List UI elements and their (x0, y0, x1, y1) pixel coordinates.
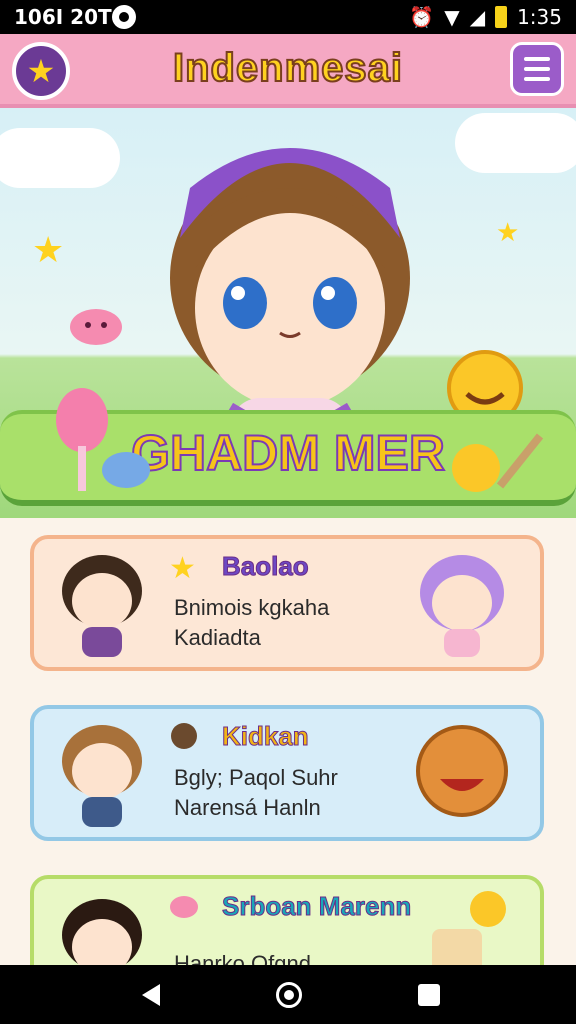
purple-hair-girl-icon (420, 555, 504, 657)
pink-blob-icon (170, 896, 198, 918)
cloud (0, 128, 120, 188)
app-header: ★ Indenmesai (0, 34, 576, 108)
signal-icon: ◢ (469, 5, 486, 29)
card-line: Narensá Hanln (174, 795, 321, 820)
card-line: Bnimois kgkaha (174, 595, 330, 620)
card-heading: Srboan Marenn (221, 891, 412, 922)
back-icon[interactable] (140, 982, 162, 1008)
home-icon[interactable] (276, 982, 302, 1008)
status-left-text: 106I 20T (14, 5, 112, 29)
system-nav-bar (0, 965, 576, 1024)
hamburger-line (524, 77, 550, 81)
notification-icon (112, 5, 136, 29)
status-time: 1:35 (517, 5, 562, 29)
card-heading: Kidkan (222, 721, 310, 752)
recents-icon[interactable] (418, 984, 440, 1006)
battery-icon (495, 6, 508, 28)
wand-icon (452, 433, 544, 492)
avatar (62, 725, 142, 827)
star-icon: ★ (169, 551, 196, 586)
hamburger-line (524, 57, 550, 61)
hamburger-line (524, 67, 550, 71)
cloud (455, 113, 576, 173)
hero-section: ★ ★ GHADM MER (0, 108, 576, 518)
card-heading: Baolao (222, 551, 310, 582)
status-bar: 106I 20T ⏰ ▼ ◢ 1:35 (0, 0, 576, 34)
avatar (62, 555, 142, 657)
alarm-icon: ⏰ (409, 5, 435, 29)
blue-blob-icon (102, 452, 150, 488)
brown-blob-icon (171, 723, 197, 749)
laughing-face-icon (416, 725, 508, 817)
star-icon: ★ (496, 218, 520, 248)
title-banner: GHADM MER (0, 388, 576, 506)
status-right: ⏰ ▼ ◢ 1:35 (409, 5, 562, 29)
menu-button[interactable] (510, 42, 564, 96)
card-line: Bgly; Paqol Suhr (174, 765, 338, 790)
wifi-icon: ▼ (444, 5, 460, 29)
character-card-1[interactable]: ★ Baolao Bnimois kgkaha Kadiadta (30, 535, 544, 671)
star-icon: ★ (32, 230, 65, 271)
page-title: Indenmesai (172, 45, 404, 91)
pink-blob-icon (70, 309, 122, 345)
character-card-2[interactable]: Kidkan Bgly; Paqol Suhr Narensá Hanln (30, 705, 544, 841)
card-line: Kadiadta (174, 625, 261, 650)
